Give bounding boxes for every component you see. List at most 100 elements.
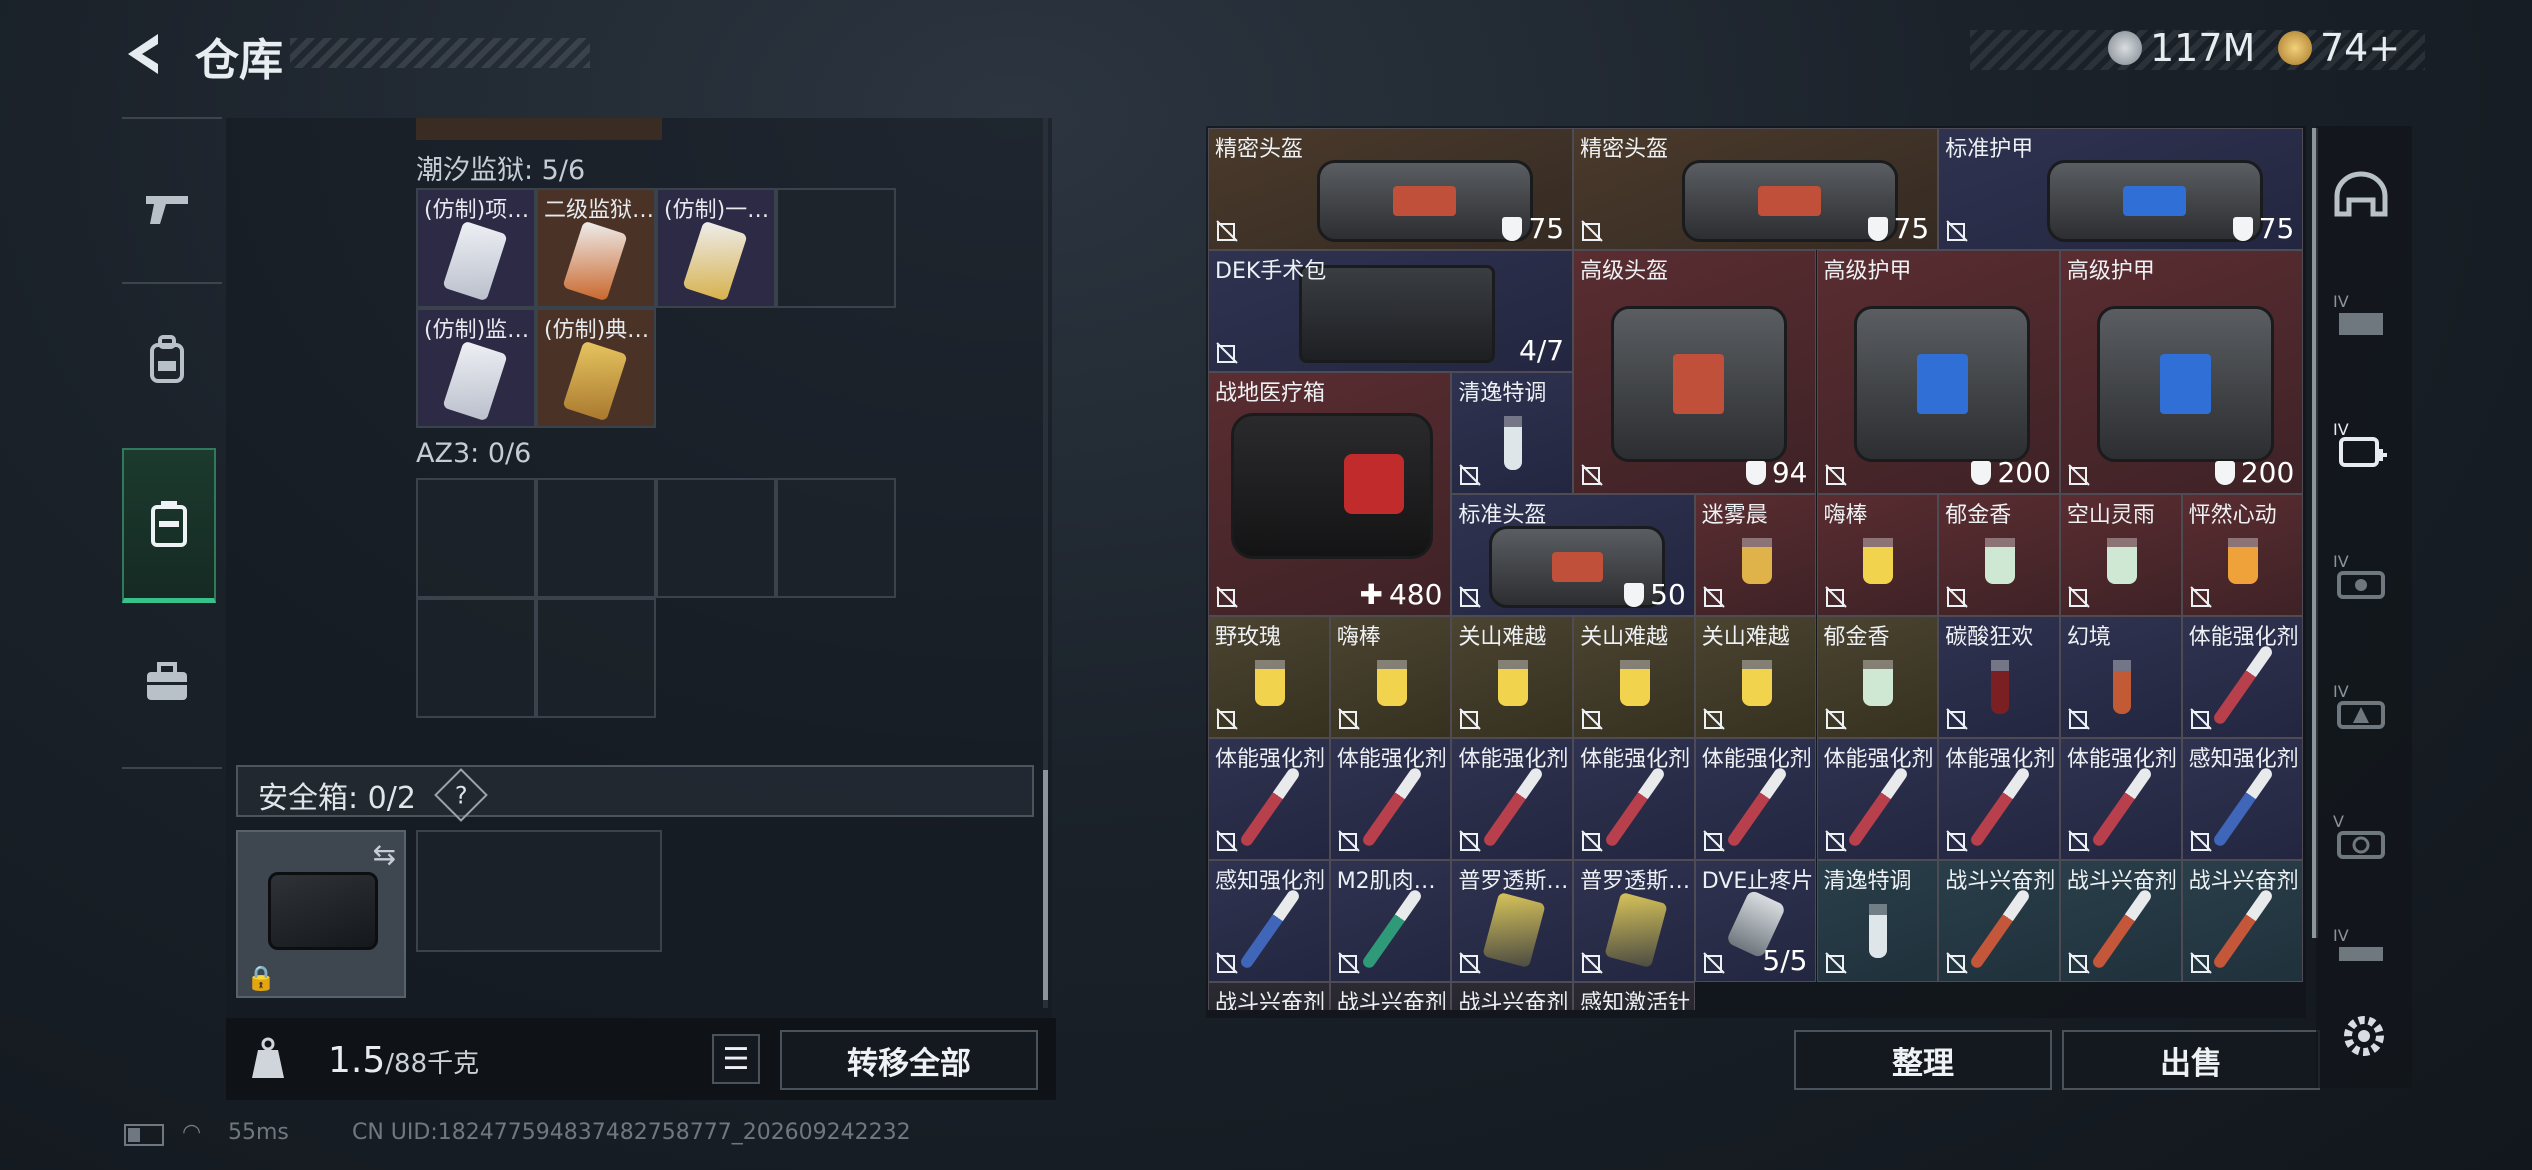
untradeable-icon: [1703, 586, 1725, 608]
inventory-item[interactable]: 普罗透斯…: [1451, 860, 1574, 982]
inventory-item[interactable]: 感知强化剂: [2181, 738, 2304, 860]
category-valuables[interactable]: V: [2316, 782, 2406, 892]
storage-slot[interactable]: (仿制)监…: [416, 308, 536, 428]
inventory-item[interactable]: 高级护甲 200: [2059, 250, 2304, 494]
settings-gear-icon[interactable]: [2336, 1008, 2392, 1064]
inventory-item[interactable]: 清逸特调: [1816, 860, 1939, 982]
storage-slot-empty[interactable]: [776, 478, 896, 598]
nav-weapon[interactable]: [122, 148, 212, 268]
transfer-all-button[interactable]: 转移全部: [780, 1030, 1038, 1090]
inventory-item[interactable]: 野玫瑰: [1208, 616, 1330, 738]
inventory-item[interactable]: 体能强化剂: [1573, 738, 1695, 860]
page-title: 仓库: [195, 35, 283, 86]
inventory-item[interactable]: 高级护甲 200: [1816, 250, 2060, 494]
nav-briefcase[interactable]: [122, 622, 212, 742]
category-tools[interactable]: IV: [2316, 652, 2406, 762]
silver-coin-icon: [2108, 31, 2142, 65]
item-label: 战斗兴奋剂: [1336, 991, 1447, 1010]
inventory-item[interactable]: 战斗兴奋剂: [1938, 860, 2060, 982]
list-view-button[interactable]: ☰: [712, 1034, 760, 1084]
storage-slot-empty[interactable]: [536, 478, 656, 598]
storage-slot[interactable]: (仿制)一…: [656, 188, 776, 308]
category-ammo[interactable]: IV: [2316, 522, 2406, 632]
helmet-icon: [2334, 171, 2388, 217]
untradeable-icon: [1703, 830, 1725, 852]
storage-slot[interactable]: 二级监狱…: [536, 188, 656, 308]
untradeable-icon: [1946, 830, 1968, 852]
storage-scroll-thumb[interactable]: [1043, 770, 1048, 1000]
item-label: 高级护甲: [1823, 259, 1912, 284]
untradeable-icon: [1337, 708, 1360, 730]
sell-button[interactable]: 出售: [2062, 1030, 2320, 1090]
currency-gold[interactable]: 74+: [2278, 26, 2400, 70]
inventory-item[interactable]: 清逸特调: [1451, 372, 1574, 494]
item-label: (仿制)监…: [424, 318, 530, 343]
inventory-item[interactable]: 关山难越: [1694, 616, 1817, 738]
inventory-item[interactable]: 战斗兴奋剂: [1329, 982, 1452, 1010]
inventory-item[interactable]: 郁金香: [1938, 494, 2060, 616]
inventory-item[interactable]: 标准护甲 75: [1938, 128, 2304, 250]
section-label-az3: AZ3: 0/6: [416, 438, 532, 469]
inventory-item[interactable]: 战地医疗箱 ✚ 480: [1208, 372, 1452, 616]
inventory-item[interactable]: 关山难越: [1573, 616, 1695, 738]
safe-box-slot[interactable]: ⇆ 🔒: [236, 830, 406, 998]
storage-slot-empty[interactable]: [536, 598, 656, 718]
inventory-item[interactable]: 战斗兴奋剂: [1208, 982, 1330, 1010]
inventory-item[interactable]: 怦然心动: [2181, 494, 2304, 616]
storage-slot[interactable]: (仿制)项…: [416, 188, 536, 308]
untradeable-icon: [1216, 220, 1238, 242]
inventory-item[interactable]: 嗨棒: [1816, 494, 1939, 616]
category-armor[interactable]: IV: [2316, 262, 2406, 372]
storage-slot[interactable]: (仿制)典…: [536, 308, 656, 428]
back-arrow-icon[interactable]: [118, 28, 170, 80]
inventory-item[interactable]: 普罗透斯…: [1573, 860, 1695, 982]
category-helmet[interactable]: [2316, 140, 2406, 250]
inventory-item[interactable]: 体能强化剂: [1208, 738, 1330, 860]
inventory-item[interactable]: 迷雾晨: [1694, 494, 1817, 616]
inventory-item[interactable]: 感知强化剂: [1208, 860, 1330, 982]
sort-button[interactable]: 整理: [1794, 1030, 2052, 1090]
untradeable-icon: [1216, 586, 1238, 608]
inventory-item[interactable]: 体能强化剂: [1694, 738, 1817, 860]
inventory-item[interactable]: 战斗兴奋剂: [1451, 982, 1574, 1010]
inventory-item[interactable]: 关山难越: [1451, 616, 1574, 738]
inventory-item[interactable]: 体能强化剂: [2181, 616, 2304, 738]
inventory-item[interactable]: 高级头盔 94: [1573, 250, 1817, 494]
storage-slot-empty[interactable]: [416, 478, 536, 598]
inventory-item[interactable]: M2肌肉…: [1329, 860, 1452, 982]
storage-slot-empty[interactable]: [416, 598, 536, 718]
currency-silver[interactable]: 117M: [2108, 26, 2255, 70]
nav-container[interactable]: [122, 448, 216, 603]
inventory-item[interactable]: 标准头盔 50: [1451, 494, 1695, 616]
inventory-item[interactable]: 体能强化剂: [1816, 738, 1939, 860]
inventory-item[interactable]: 体能强化剂: [1938, 738, 2060, 860]
item-label: 清逸特调: [1823, 869, 1912, 894]
inventory-item[interactable]: 碳酸狂欢: [1938, 616, 2060, 738]
swap-icon[interactable]: ⇆: [373, 838, 396, 871]
safe-slot-empty[interactable]: [416, 830, 662, 952]
inventory-item[interactable]: 战斗兴奋剂: [2059, 860, 2182, 982]
syringe-icon: [1968, 887, 2032, 971]
inventory-item[interactable]: 感知激活针: [1573, 982, 1695, 1010]
inventory-item[interactable]: DVE止疼片 5/5: [1694, 860, 1817, 982]
inventory-item[interactable]: 精密头盔 75: [1208, 128, 1574, 250]
category-medical[interactable]: IV: [2316, 390, 2406, 500]
item-label: 标准头盔: [1458, 503, 1547, 528]
inventory-item[interactable]: 战斗兴奋剂: [2181, 860, 2304, 982]
inventory-item[interactable]: 体能强化剂: [2059, 738, 2182, 860]
inventory-item[interactable]: 郁金香: [1816, 616, 1939, 738]
bag-patch: [2123, 185, 2187, 217]
inventory-item[interactable]: DEK手术包 4/7: [1208, 250, 1574, 372]
storage-slot-empty[interactable]: [776, 188, 896, 308]
inventory-item[interactable]: 体能强化剂: [1451, 738, 1574, 860]
inventory-item[interactable]: 体能强化剂: [1329, 738, 1452, 860]
storage-slot-empty[interactable]: [656, 478, 776, 598]
nav-divider: [122, 282, 222, 284]
inventory-item[interactable]: 幻境: [2059, 616, 2182, 738]
section-label-prison: 潮汐监狱: 5/6: [416, 155, 586, 186]
category-misc[interactable]: IV: [2316, 902, 2406, 992]
inventory-item[interactable]: 空山灵雨: [2059, 494, 2182, 616]
nav-backpack[interactable]: [122, 300, 212, 420]
inventory-item[interactable]: 精密头盔 75: [1573, 128, 1939, 250]
inventory-item[interactable]: 嗨棒: [1329, 616, 1452, 738]
